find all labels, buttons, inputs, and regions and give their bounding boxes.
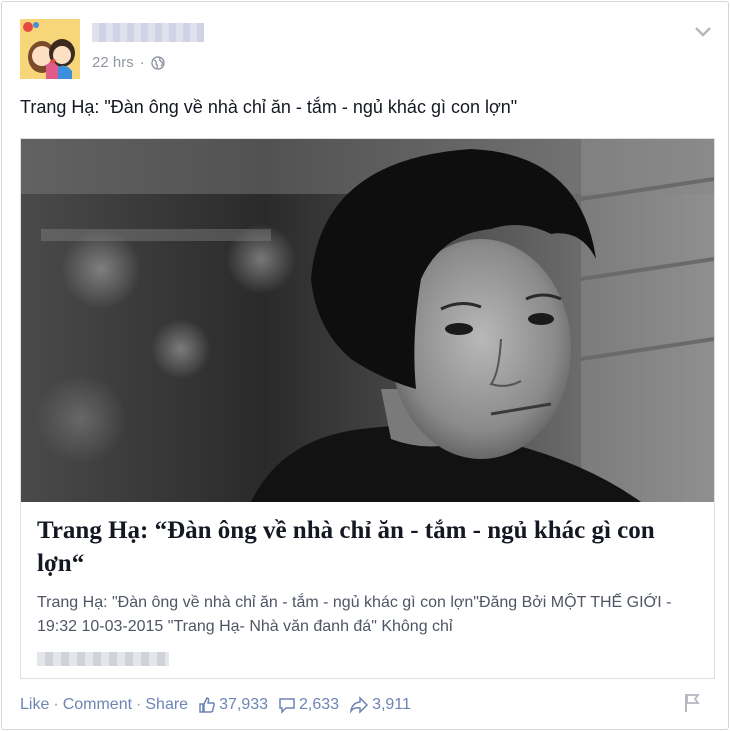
comment-count[interactable]: 2,633 <box>278 696 339 714</box>
flag-icon[interactable] <box>683 693 701 713</box>
action-separator: · <box>136 696 142 713</box>
thumbs-up-icon <box>199 697 215 713</box>
globe-icon[interactable] <box>151 55 165 70</box>
timestamp[interactable]: 22 hrs <box>92 54 134 71</box>
share-arrow-icon <box>349 696 369 714</box>
link-domain-redacted <box>37 652 169 666</box>
comment-button[interactable]: Comment <box>63 696 132 714</box>
like-count-value: 37,933 <box>219 696 269 713</box>
like-count[interactable]: 37,933 <box>198 696 268 714</box>
link-preview[interactable]: Trang Hạ: “Đàn ông về nhà chỉ ăn - tắm -… <box>20 138 715 679</box>
speech-bubble-icon <box>279 698 295 714</box>
share-count-value: 3,911 <box>372 696 411 713</box>
author-name-redacted[interactable] <box>92 23 204 42</box>
post-card: 22 hrs · Trang Hạ: "Đàn ông về nhà chỉ ă… <box>1 1 729 730</box>
meta-separator: · <box>139 54 145 71</box>
chevron-down-icon[interactable] <box>692 20 714 42</box>
avatar-image <box>20 19 80 79</box>
link-image[interactable] <box>21 139 714 502</box>
action-bar: Like · Comment · Share 37,933 2,633 3,91… <box>20 696 411 714</box>
link-title[interactable]: Trang Hạ: “Đàn ông về nhà chỉ ăn - tắm -… <box>37 514 697 580</box>
action-separator: · <box>53 696 59 713</box>
post-meta: 22 hrs · <box>92 54 165 71</box>
avatar[interactable] <box>20 19 80 79</box>
like-button[interactable]: Like <box>20 696 49 714</box>
post-text: Trang Hạ: "Đàn ông về nhà chỉ ăn - tắm -… <box>20 97 518 117</box>
comment-count-value: 2,633 <box>299 696 340 713</box>
share-button[interactable]: Share <box>145 696 188 714</box>
link-description: Trang Hạ: "Đàn ông về nhà chỉ ăn - tắm -… <box>37 594 672 635</box>
share-count[interactable]: 3,911 <box>349 696 411 714</box>
